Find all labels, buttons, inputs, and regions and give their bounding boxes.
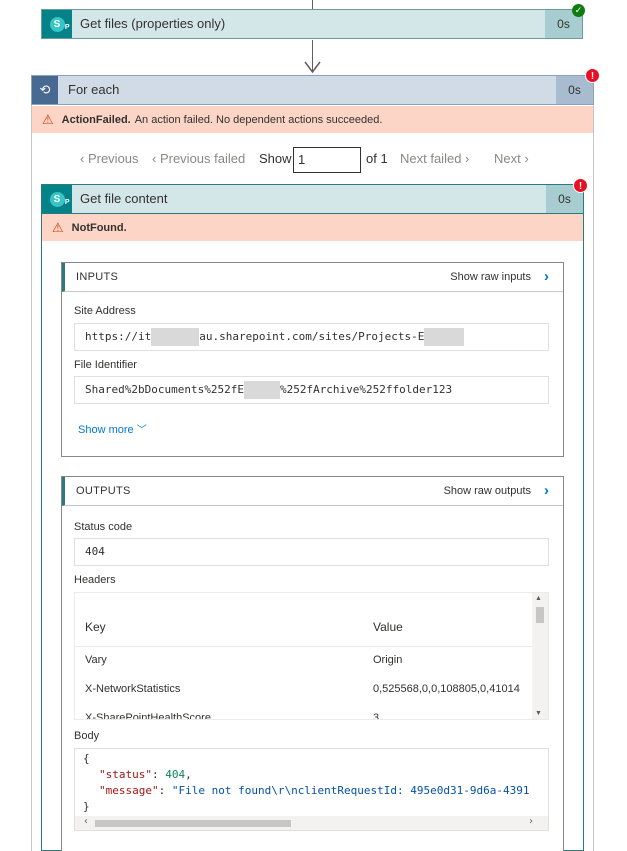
previous-failed-button[interactable]: ‹ Previous failed <box>152 151 245 166</box>
scroll-down-icon[interactable]: ▼ <box>535 710 542 717</box>
chevron-right-icon[interactable]: › <box>544 482 549 499</box>
show-label: Show <box>259 151 292 166</box>
error-code: NotFound. <box>71 221 127 234</box>
get-file-content-header[interactable]: SP Get file content 0s <box>41 184 584 214</box>
iteration-pager: ‹ Previous ‹ Previous failed Show 1 of 1… <box>32 146 593 174</box>
warning-icon: ⚠ <box>52 219 64 235</box>
connector-line <box>312 0 313 9</box>
scroll-right-icon[interactable]: › <box>528 816 534 827</box>
outputs-section-header: OUTPUTS Show raw outputs › <box>62 477 563 506</box>
file-identifier-label: File Identifier <box>74 359 137 371</box>
arrow-down-icon <box>304 61 321 74</box>
previous-button[interactable]: ‹ Previous <box>80 151 139 166</box>
headers-scrollbar[interactable]: ▲ ▼ <box>532 593 548 719</box>
error-icon: ! <box>585 68 600 83</box>
redacted-block <box>243 381 280 399</box>
status-code-field[interactable]: 404 <box>74 538 549 566</box>
inputs-section-header: INPUTS Show raw inputs › <box>62 263 563 292</box>
for-each-header[interactable]: ⟲ For each 0s <box>31 75 594 105</box>
loop-icon: ⟲ <box>32 76 58 104</box>
warning-icon: ⚠ <box>42 111 54 127</box>
site-address-label: Site Address <box>74 305 136 317</box>
scroll-up-icon[interactable]: ▲ <box>535 595 542 602</box>
next-failed-button[interactable]: Next failed › <box>400 151 469 166</box>
redacted-block <box>151 328 200 346</box>
scroll-left-icon[interactable]: ‹ <box>83 816 89 827</box>
next-button[interactable]: Next › <box>494 151 529 166</box>
get-files-action-card[interactable]: SP Get files (properties only) 0s <box>41 9 583 39</box>
sharepoint-icon: SP <box>42 185 72 213</box>
body-label: Body <box>74 730 100 742</box>
divider <box>75 646 533 647</box>
show-raw-inputs-link[interactable]: Show raw inputs <box>450 271 531 283</box>
column-header-value: Value <box>373 620 403 634</box>
error-code: ActionFailed. <box>61 113 131 126</box>
outputs-label: OUTPUTS <box>76 485 131 497</box>
column-header-key: Key <box>85 620 106 634</box>
get-file-content-error-banner: ⚠ NotFound. <box>42 214 583 241</box>
iteration-input[interactable]: 1 <box>293 147 361 173</box>
scrollbar-thumb[interactable] <box>536 607 544 623</box>
error-icon: ! <box>573 178 588 193</box>
show-raw-outputs-link[interactable]: Show raw outputs <box>444 485 531 497</box>
body-json-viewer[interactable]: { "status": 404, "message": "File not fo… <box>74 748 549 831</box>
status-code-label: Status code <box>74 521 133 533</box>
show-more-button[interactable]: Show more ﹀ <box>78 421 147 436</box>
site-address-field[interactable]: https://it au.sharepoint.com/sites/Projec… <box>74 323 549 351</box>
success-check-icon: ✓ <box>572 4 585 17</box>
headers-label: Headers <box>74 574 116 586</box>
get-file-content-title: Get file content <box>80 191 168 206</box>
redacted-block <box>424 328 465 346</box>
chevron-down-icon: ﹀ <box>136 425 147 436</box>
get-files-title: Get files (properties only) <box>80 16 226 31</box>
for-each-title: For each <box>68 82 120 97</box>
of-total-label: of 1 <box>366 151 388 166</box>
error-message: An action failed. No dependent actions s… <box>134 113 383 126</box>
scrollbar-thumb[interactable] <box>95 820 291 827</box>
file-identifier-field[interactable]: Shared%2bDocuments%252fE %252fArchive%252… <box>74 376 549 404</box>
for-each-error-banner: ⚠ ActionFailed. An action failed. No dep… <box>32 106 593 133</box>
body-horizontal-scrollbar[interactable]: ‹ › <box>75 816 548 830</box>
inputs-label: INPUTS <box>76 271 119 283</box>
sharepoint-icon: SP <box>42 10 72 38</box>
headers-table: Key Value Vary Origin X-NetworkStatistic… <box>74 592 549 720</box>
chevron-right-icon[interactable]: › <box>544 268 549 285</box>
